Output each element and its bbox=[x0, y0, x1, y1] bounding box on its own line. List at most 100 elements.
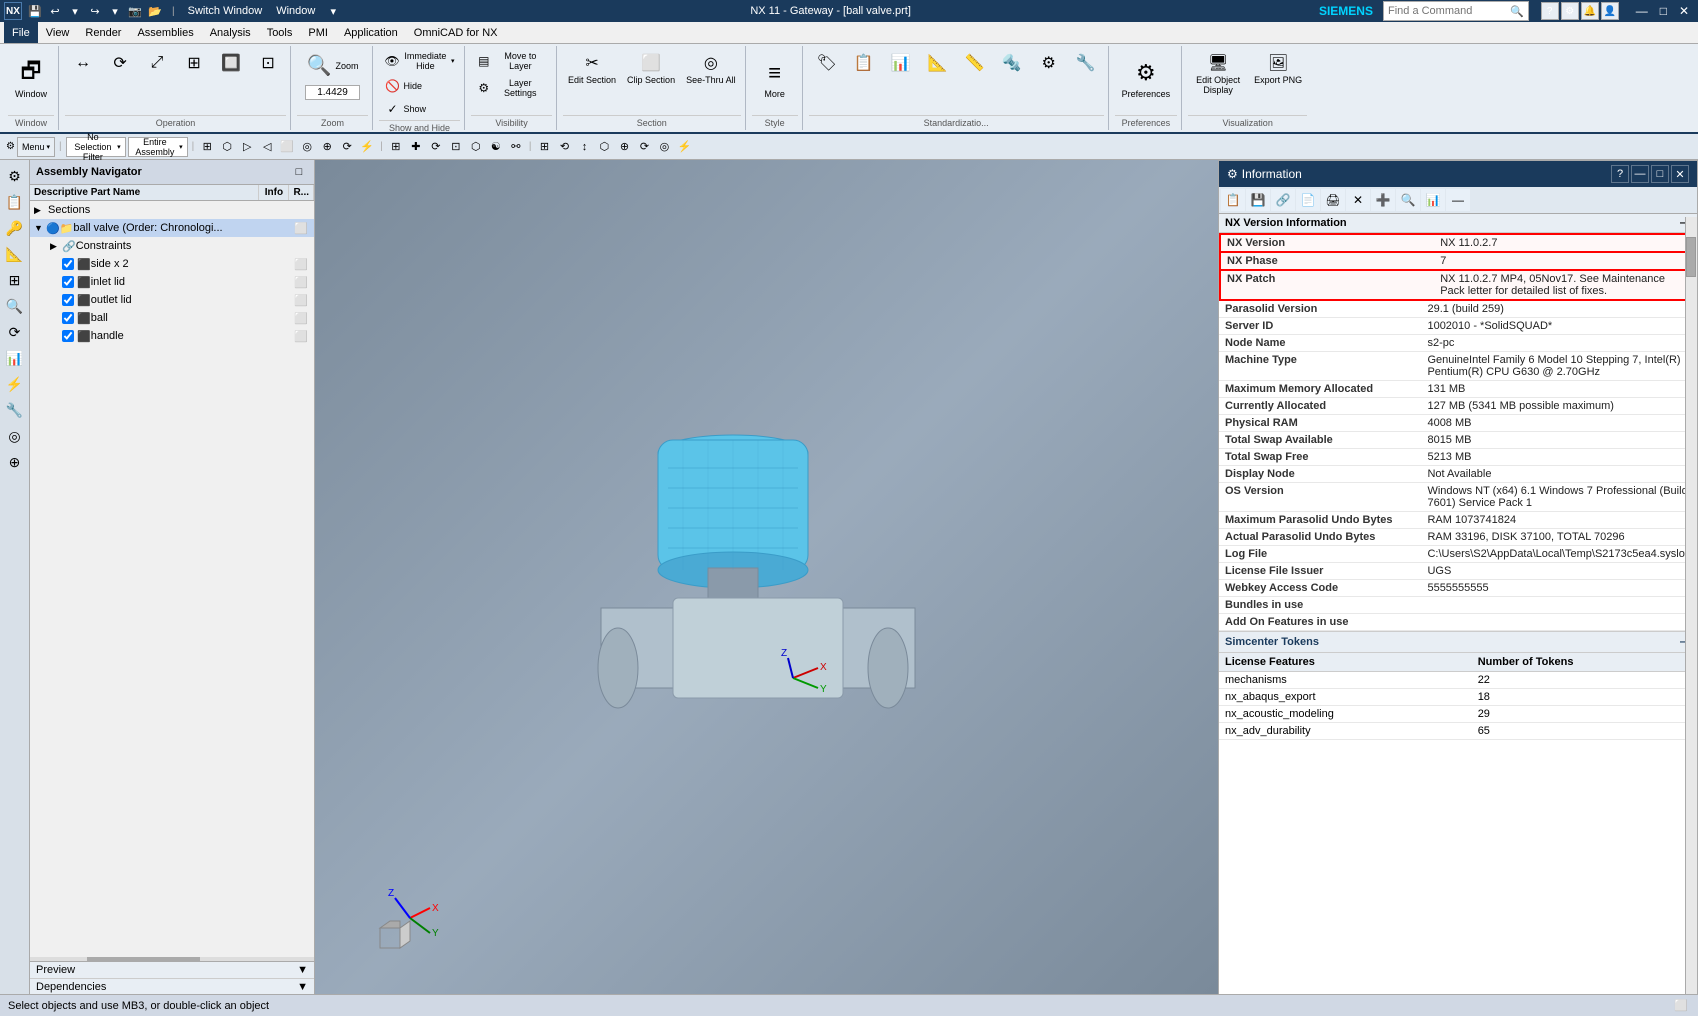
filter7-btn[interactable]: ⚯ bbox=[507, 138, 525, 156]
immediate-hide-dropdown[interactable]: ▾ bbox=[451, 57, 455, 65]
help-button[interactable]: ? bbox=[1541, 2, 1559, 20]
op-btn-3[interactable]: ⤢ bbox=[139, 48, 175, 78]
minimize-button[interactable]: — bbox=[1631, 3, 1653, 19]
snap1-btn[interactable]: ⊞ bbox=[198, 138, 216, 156]
view6-btn[interactable]: ⟳ bbox=[635, 138, 653, 156]
info-toolbar-btn-1[interactable]: 📋 bbox=[1221, 189, 1245, 211]
edit-section-btn[interactable]: ✂ Edit Section bbox=[563, 48, 621, 88]
simcenter-section-header[interactable]: Simcenter Tokens — bbox=[1219, 631, 1697, 653]
open-btn[interactable]: 📂 bbox=[146, 2, 164, 20]
nx-version-section-header[interactable]: NX Version Information — bbox=[1219, 214, 1697, 233]
menu-omnicad[interactable]: OmniCAD for NX bbox=[406, 22, 506, 43]
zoom-value-input[interactable] bbox=[305, 85, 360, 100]
maximize-button[interactable]: □ bbox=[1655, 3, 1672, 19]
filter6-btn[interactable]: ☯ bbox=[487, 138, 505, 156]
sections-expand-icon[interactable]: ▶ bbox=[34, 205, 46, 216]
info-maximize-btn[interactable]: □ bbox=[1651, 165, 1669, 183]
info-toolbar-btn-filter[interactable]: 🔍 bbox=[1396, 189, 1420, 211]
snap3-btn[interactable]: ▷ bbox=[238, 138, 256, 156]
sidebar-icon-9[interactable]: ⚡ bbox=[3, 372, 27, 396]
preview-panel-row[interactable]: Preview ▼ bbox=[30, 962, 314, 979]
info-content[interactable]: NX Version Information — NX Version NX 1… bbox=[1219, 214, 1697, 995]
op-btn-1[interactable]: ↔ bbox=[65, 48, 101, 78]
more-btn[interactable]: ≡ More bbox=[752, 48, 798, 108]
sidebar-icon-11[interactable]: ◎ bbox=[3, 424, 27, 448]
std-btn-4[interactable]: 📐 bbox=[920, 48, 956, 78]
switch-window-btn[interactable]: Switch Window bbox=[183, 2, 268, 20]
viewport[interactable]: X Y Z X Y Z bbox=[315, 160, 1218, 996]
export-png-btn[interactable]: 🖼 Export PNG bbox=[1249, 48, 1307, 88]
sidebar-icon-7[interactable]: ⟳ bbox=[3, 320, 27, 344]
side-checkbox[interactable] bbox=[62, 258, 74, 270]
show-btn[interactable]: ✓ Show bbox=[380, 98, 460, 120]
view1-btn[interactable]: ⊞ bbox=[535, 138, 553, 156]
view7-btn[interactable]: ◎ bbox=[655, 138, 673, 156]
snap9-btn[interactable]: ⚡ bbox=[358, 138, 376, 156]
preferences-btn[interactable]: ⚙ Preferences bbox=[1115, 48, 1178, 108]
sidebar-icon-2[interactable]: 📋 bbox=[3, 190, 27, 214]
std-btn-3[interactable]: 📊 bbox=[883, 48, 919, 78]
tree-outlet[interactable]: ⬛ outlet lid ⬜ bbox=[30, 291, 314, 309]
selection-filter-btn[interactable]: No Selection Filter ▾ bbox=[66, 137, 126, 157]
handle-checkbox[interactable] bbox=[62, 330, 74, 342]
sidebar-icon-1[interactable]: ⚙ bbox=[3, 164, 27, 188]
snap5-btn[interactable]: ⬜ bbox=[278, 138, 296, 156]
std-btn-5[interactable]: 📏 bbox=[957, 48, 993, 78]
tree-ball[interactable]: ⬛ ball ⬜ bbox=[30, 309, 314, 327]
menu-tools[interactable]: Tools bbox=[259, 22, 301, 43]
immediate-hide-btn[interactable]: 👁 Immediate Hide ▾ bbox=[380, 48, 460, 74]
navigator-maximize-btn[interactable]: □ bbox=[290, 163, 308, 181]
capture-btn[interactable]: 📷 bbox=[126, 2, 144, 20]
close-button[interactable]: ✕ bbox=[1674, 3, 1694, 19]
redo-btn[interactable]: ↪ bbox=[86, 2, 104, 20]
menu-dropdown-btn[interactable]: Menu ▾ bbox=[17, 137, 55, 157]
menu-view[interactable]: View bbox=[38, 22, 78, 43]
info-toolbar-btn-view[interactable]: 📊 bbox=[1421, 189, 1445, 211]
hide-btn[interactable]: 🚫 Hide bbox=[380, 75, 460, 97]
status-icon-btn[interactable]: ⬜ bbox=[1672, 997, 1690, 1015]
menu-file[interactable]: File bbox=[4, 22, 38, 43]
info-help-btn[interactable]: ? bbox=[1611, 165, 1629, 183]
menu-application[interactable]: Application bbox=[336, 22, 406, 43]
snap6-btn[interactable]: ◎ bbox=[298, 138, 316, 156]
tree-sections[interactable]: ▶ Sections bbox=[30, 201, 314, 219]
filter5-btn[interactable]: ⬡ bbox=[467, 138, 485, 156]
std-btn-2[interactable]: 📋 bbox=[846, 48, 882, 78]
window-btn[interactable]: 🗗 Window bbox=[8, 48, 54, 108]
info-toolbar-btn-add[interactable]: ➕ bbox=[1371, 189, 1395, 211]
sidebar-icon-8[interactable]: 📊 bbox=[3, 346, 27, 370]
clip-section-btn[interactable]: ⬜ Clip Section bbox=[622, 48, 680, 88]
zoom-btn[interactable]: 🔍 Zoom bbox=[302, 48, 364, 83]
info-toolbar-btn-4[interactable]: 📄 bbox=[1296, 189, 1320, 211]
sidebar-icon-5[interactable]: ⊞ bbox=[3, 268, 27, 292]
layer-settings-btn[interactable]: ⚙ Layer Settings bbox=[472, 75, 552, 101]
sidebar-icon-4[interactable]: 📐 bbox=[3, 242, 27, 266]
window-dropdown[interactable]: ▾ bbox=[324, 2, 342, 20]
tree-ball-valve[interactable]: ▼ 🔵 📁 ball valve (Order: Chronologi... ⬜ bbox=[30, 219, 314, 237]
sidebar-icon-10[interactable]: 🔧 bbox=[3, 398, 27, 422]
view4-btn[interactable]: ⬡ bbox=[595, 138, 613, 156]
info-close-btn[interactable]: ✕ bbox=[1671, 165, 1689, 183]
snap8-btn[interactable]: ⟳ bbox=[338, 138, 356, 156]
outlet-checkbox[interactable] bbox=[62, 294, 74, 306]
op-btn-4[interactable]: ⊞ bbox=[176, 48, 212, 78]
assembly-scope-btn[interactable]: Entire Assembly ▾ bbox=[128, 137, 188, 157]
undo-dropdown[interactable]: ▾ bbox=[66, 2, 84, 20]
op-btn-2[interactable]: ⟳ bbox=[102, 48, 138, 78]
user-button[interactable]: 👤 bbox=[1601, 2, 1619, 20]
info-toolbar-btn-2[interactable]: 💾 bbox=[1246, 189, 1270, 211]
edit-display-btn[interactable]: 🖥 Edit Object Display bbox=[1188, 48, 1248, 98]
tree-constraints[interactable]: ▶ 🔗 Constraints bbox=[30, 237, 314, 255]
filter1-btn[interactable]: ⊞ bbox=[387, 138, 405, 156]
snap7-btn[interactable]: ⊕ bbox=[318, 138, 336, 156]
info-toolbar-btn-3[interactable]: 🔗 bbox=[1271, 189, 1295, 211]
menu-analysis[interactable]: Analysis bbox=[202, 22, 259, 43]
view2-btn[interactable]: ⟲ bbox=[555, 138, 573, 156]
sidebar-icon-6[interactable]: 🔍 bbox=[3, 294, 27, 318]
sidebar-icon-12[interactable]: ⊕ bbox=[3, 450, 27, 474]
std-btn-8[interactable]: 🔧 bbox=[1068, 48, 1104, 78]
snap2-btn[interactable]: ⬡ bbox=[218, 138, 236, 156]
window-menu-btn[interactable]: Window bbox=[271, 2, 320, 20]
info-scrollbar-thumb[interactable] bbox=[1686, 237, 1696, 277]
view5-btn[interactable]: ⊕ bbox=[615, 138, 633, 156]
